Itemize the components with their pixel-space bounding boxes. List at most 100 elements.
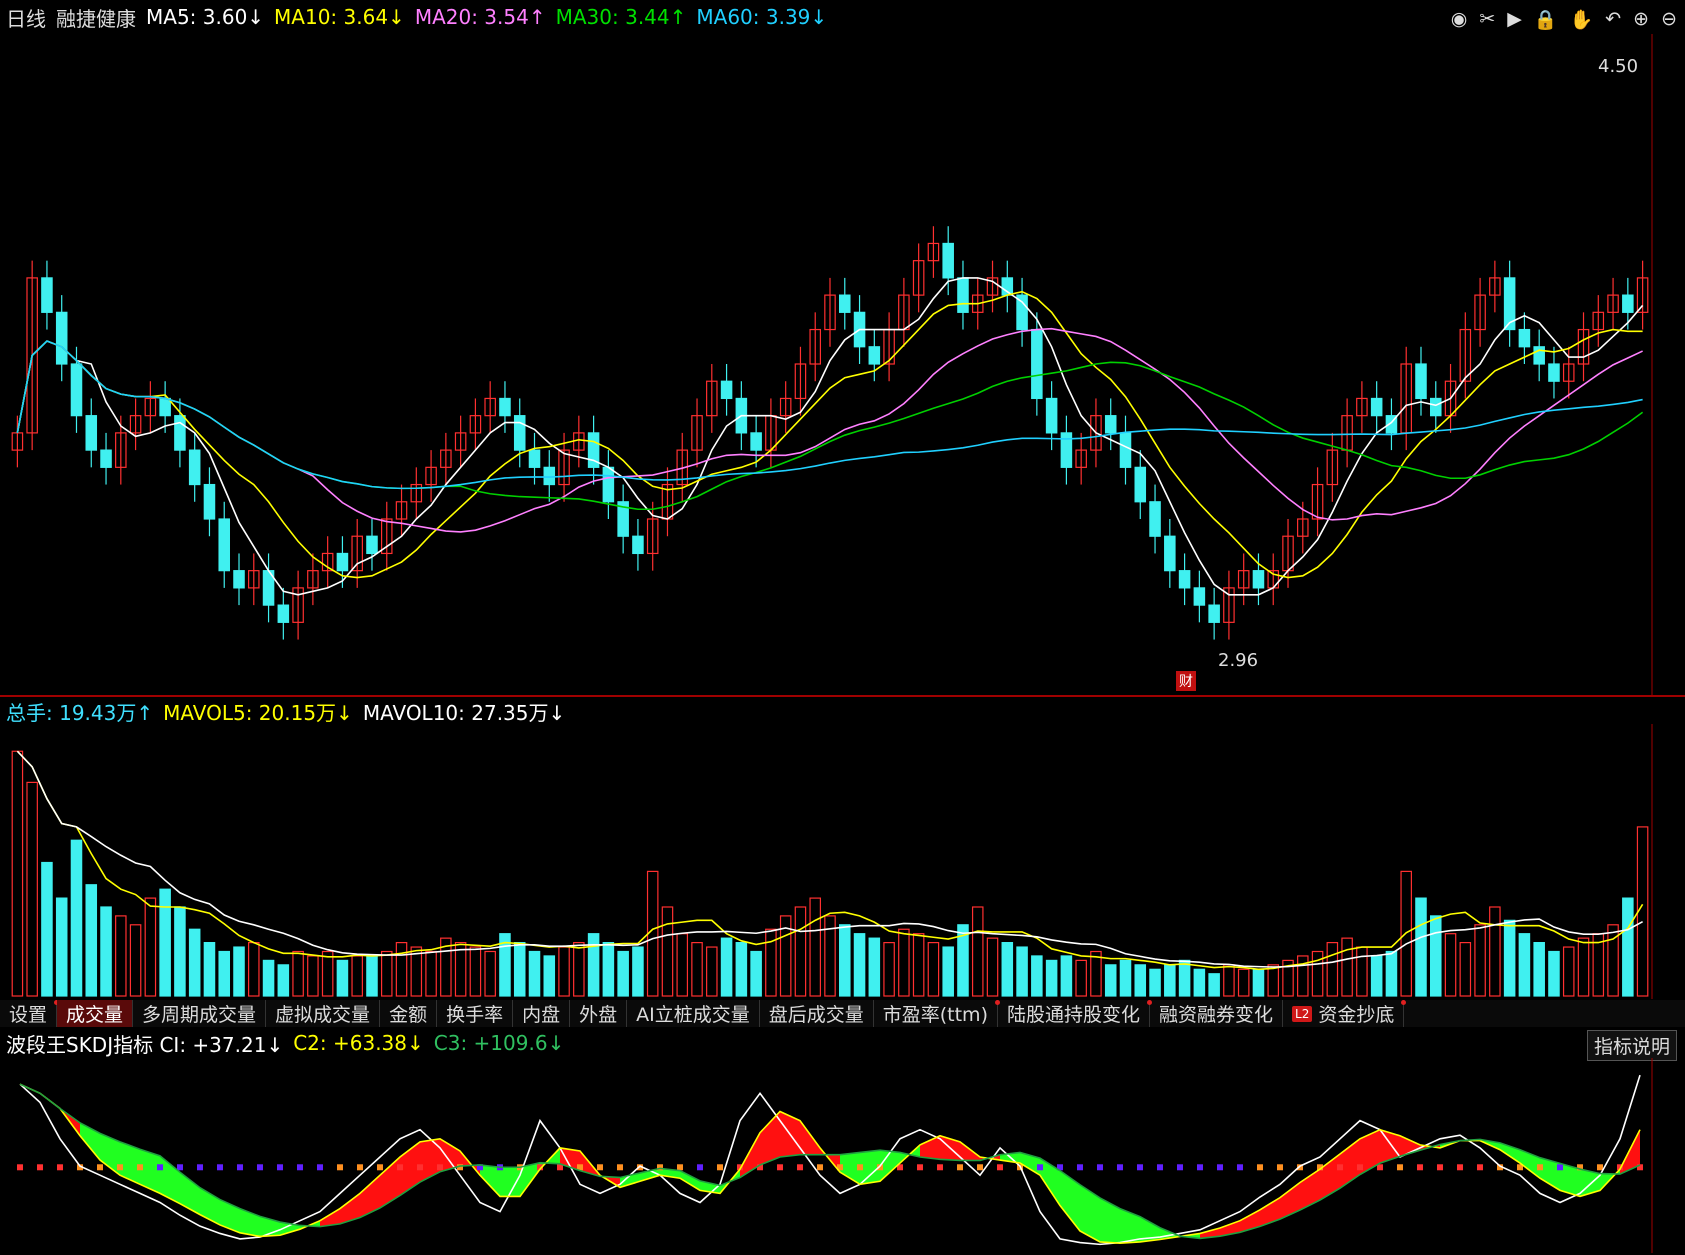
candle xyxy=(1193,570,1206,623)
tab-9[interactable]: 盘后成交量 xyxy=(760,1000,874,1027)
candle xyxy=(41,260,53,330)
volume-bar xyxy=(1001,942,1014,997)
indicator-dot xyxy=(417,1164,423,1171)
chart-toolbar: ◉ ✂ ▶ 🔒 ✋ ↶ ⊕ ⊖ xyxy=(1451,8,1677,31)
tab-1[interactable]: 成交量 xyxy=(57,1000,134,1027)
indicator-fill xyxy=(360,1175,380,1218)
candle xyxy=(927,226,940,278)
tab-12[interactable]: 融资融券变化 xyxy=(1150,1000,1284,1027)
candle xyxy=(661,467,674,537)
volume-legend-item-2: MAVOL10: 27.35万↓ xyxy=(362,700,566,725)
candle xyxy=(1592,295,1605,347)
high-price-label: 4.50 xyxy=(1598,56,1639,77)
indicator-dot xyxy=(717,1164,723,1171)
volume-bar xyxy=(558,946,570,997)
tab-5[interactable]: 换手率 xyxy=(437,1000,514,1027)
indicator-dot xyxy=(317,1164,323,1171)
candle-body xyxy=(1622,294,1634,313)
tab-label: 换手率 xyxy=(446,1004,504,1026)
candle xyxy=(410,467,423,519)
tab-7[interactable]: 外盘 xyxy=(570,1000,628,1027)
candle-body xyxy=(750,432,762,451)
candle xyxy=(1415,346,1427,416)
tab-11[interactable]: 陆股通持股变化 xyxy=(998,1000,1152,1027)
indicator-dot xyxy=(817,1164,823,1171)
indicator-dot xyxy=(617,1164,623,1171)
ma20-line xyxy=(16,327,1643,533)
volume-bar xyxy=(395,942,408,997)
price-chart[interactable] xyxy=(0,34,1685,696)
scissors-icon[interactable]: ✂ xyxy=(1479,8,1495,31)
stock-name: 融捷健康 xyxy=(56,6,136,31)
tab-4[interactable]: 金额 xyxy=(380,1000,438,1027)
indicator-fill xyxy=(920,1135,940,1160)
indicator-dot xyxy=(237,1164,243,1171)
candle xyxy=(720,364,733,416)
candle-body xyxy=(499,397,511,417)
volume-bar xyxy=(1459,942,1472,997)
tab-label: 陆股通持股变化 xyxy=(1006,1004,1140,1026)
volume-bar xyxy=(1341,937,1353,997)
candle xyxy=(632,519,644,571)
tab-6[interactable]: 内盘 xyxy=(513,1000,571,1027)
indicator-dot xyxy=(1337,1164,1343,1171)
indicator-dot xyxy=(217,1164,223,1171)
volume-bar xyxy=(1193,968,1206,997)
volume-legend-item-1: MAVOL5: 20.15万↓ xyxy=(163,700,353,725)
candle-body xyxy=(528,449,541,468)
period-label[interactable]: 日线 xyxy=(6,3,46,32)
hand-icon[interactable]: ✋ xyxy=(1570,8,1594,31)
indicator-dot xyxy=(1077,1164,1083,1171)
candle-body xyxy=(203,483,216,520)
tab-2[interactable]: 多周期成交量 xyxy=(133,1000,267,1027)
candle-body xyxy=(277,604,290,623)
indicator-dot xyxy=(1457,1164,1463,1171)
candle xyxy=(1636,260,1649,330)
candle-body xyxy=(1104,415,1117,434)
candle xyxy=(218,501,231,588)
indicator-dot xyxy=(1137,1164,1143,1171)
tab-13[interactable]: L2 资金抄底 xyxy=(1283,1000,1407,1027)
zoom-in-icon[interactable]: ⊕ xyxy=(1633,8,1649,31)
candle xyxy=(366,519,378,571)
indicator-chart[interactable] xyxy=(0,1058,1685,1253)
indicator-explain-button[interactable]: 指标说明 xyxy=(1586,1030,1677,1061)
lock-icon[interactable]: 🔒 xyxy=(1534,8,1558,31)
candle-body xyxy=(100,449,112,468)
volume-bar xyxy=(839,924,851,997)
undo-icon[interactable]: ↶ xyxy=(1605,8,1621,31)
tab-10[interactable]: 市盈率(ttm) xyxy=(874,1000,1000,1027)
candle xyxy=(1503,260,1516,347)
volume-bar xyxy=(1178,959,1191,997)
eye-icon[interactable]: ◉ xyxy=(1451,8,1468,31)
indicator-fill xyxy=(1100,1197,1120,1244)
tab-8[interactable]: AI立桩成交量 xyxy=(627,1000,760,1027)
volume-bar xyxy=(188,928,201,997)
volume-bar xyxy=(129,924,142,997)
tab-0[interactable]: 设置 xyxy=(0,1000,60,1027)
play-icon[interactable]: ▶ xyxy=(1507,8,1522,31)
event-badge[interactable]: 财 xyxy=(1176,671,1196,691)
volume-legend: 总手: 19.43万↑ MAVOL5: 20.15万↓ MAVOL10: 27.35… xyxy=(6,698,575,725)
candle xyxy=(1104,398,1117,451)
tab-3[interactable]: 虚拟成交量 xyxy=(266,1000,381,1027)
volume-bar xyxy=(115,915,127,997)
candle xyxy=(1577,312,1590,382)
tab-label: 内盘 xyxy=(522,1004,561,1026)
indicator-dot xyxy=(937,1164,943,1171)
indicator-dot xyxy=(1597,1164,1603,1171)
candle xyxy=(794,346,807,416)
volume-chart[interactable] xyxy=(0,724,1685,999)
candle xyxy=(617,484,629,554)
indicator-dot xyxy=(57,1164,63,1171)
zoom-out-icon[interactable]: ⊖ xyxy=(1661,8,1677,31)
candle xyxy=(1031,312,1043,416)
candle xyxy=(602,450,615,519)
volume-bar xyxy=(942,946,954,997)
volume-bar xyxy=(898,928,910,997)
candle-body xyxy=(366,535,378,555)
candle-body xyxy=(41,277,53,313)
volume-bar xyxy=(1444,933,1457,997)
candle xyxy=(1149,484,1161,554)
candle xyxy=(454,415,467,468)
